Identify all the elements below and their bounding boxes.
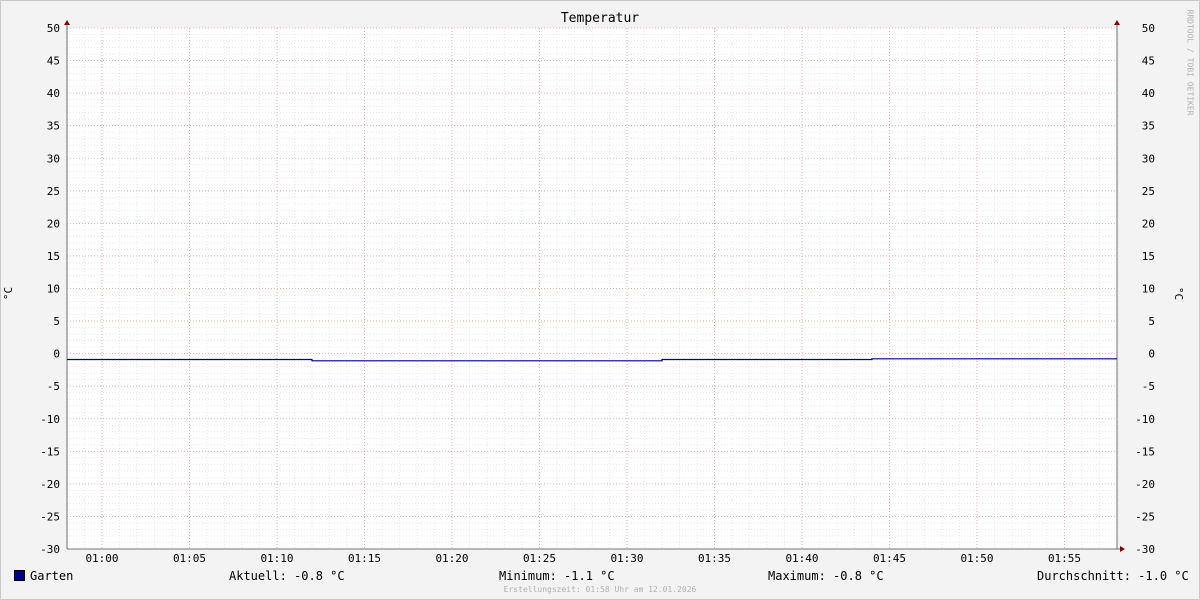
- y-axis-arrow-right: [1114, 20, 1120, 25]
- y-tick-label-right: 30: [1142, 152, 1155, 165]
- y-tick-label-right: 20: [1142, 217, 1155, 230]
- y-tick-labels-right: 50454035302520151050-5-10-15-20-25-30: [1135, 22, 1155, 556]
- y-tick-label-left: 30: [47, 152, 60, 165]
- y-tick-label-right: 45: [1142, 55, 1155, 68]
- y-tick-label-left: 35: [47, 120, 60, 133]
- y-tick-label-right: -10: [1135, 413, 1155, 426]
- y-tick-label-left: -15: [40, 445, 60, 458]
- y-tick-label-right: 0: [1148, 348, 1155, 361]
- x-tick-label: 01:05: [173, 552, 206, 565]
- y-tick-label-right: -20: [1135, 478, 1155, 491]
- x-tick-label: 01:20: [435, 552, 468, 565]
- legend-minimum: Minimum: -1.1 °C: [499, 569, 615, 583]
- x-tick-label: 01:45: [873, 552, 906, 565]
- y-tick-label-right: -15: [1135, 445, 1155, 458]
- y-tick-label-left: 25: [47, 185, 60, 198]
- x-tick-label: 01:00: [85, 552, 118, 565]
- temperature-chart: 50454035302520151050-5-10-15-20-25-30 50…: [40, 20, 1155, 565]
- y-tick-label-left: -10: [40, 413, 60, 426]
- y-tick-label-left: -20: [40, 478, 60, 491]
- x-tick-label: 01:30: [610, 552, 643, 565]
- y-tick-label-right: 10: [1142, 283, 1155, 296]
- y-axis-arrow-left: [64, 20, 70, 25]
- x-tick-label: 01:35: [698, 552, 731, 565]
- x-tick-label: 01:25: [523, 552, 556, 565]
- x-axis-arrow: [1120, 546, 1125, 552]
- y-tick-label-left: 5: [53, 315, 60, 328]
- y-tick-label-right: 15: [1142, 250, 1155, 263]
- y-tick-label-left: 20: [47, 217, 60, 230]
- y-tick-label-left: 10: [47, 283, 60, 296]
- y-tick-label-left: -25: [40, 510, 60, 523]
- legend-current: Aktuell: -0.8 °C: [229, 569, 345, 583]
- x-tick-label: 01:55: [1048, 552, 1081, 565]
- x-tick-labels: 01:00 01:05 01:10 01:15 01:20 01:25 01:30 01:35…: [85, 552, 1081, 565]
- y-tick-label-right: 5: [1148, 315, 1155, 328]
- y-tick-label-left: 15: [47, 250, 60, 263]
- legend-maximum: Maximum: -0.8 °C: [768, 569, 884, 583]
- legend-series-name: Garten: [30, 569, 74, 583]
- y-tick-label-left: -30: [40, 543, 60, 556]
- y-tick-label-left: 45: [47, 55, 60, 68]
- y-tick-label-right: -5: [1142, 380, 1155, 393]
- y-tick-label-right: 35: [1142, 120, 1155, 133]
- y-tick-label-right: -25: [1135, 510, 1155, 523]
- y-tick-label-right: 50: [1142, 22, 1155, 35]
- y-tick-label-left: -5: [47, 380, 60, 393]
- legend-average: Durchschnitt: -1.0 °C: [1037, 569, 1189, 583]
- y-tick-label-left: 50: [47, 22, 60, 35]
- y-tick-label-left: 0: [53, 348, 60, 361]
- x-tick-label: 01:50: [960, 552, 993, 565]
- x-tick-label: 01:15: [348, 552, 381, 565]
- legend-swatch-garten: [14, 570, 25, 581]
- y-tick-labels-left: 50454035302520151050-5-10-15-20-25-30: [40, 22, 60, 556]
- x-tick-label: 01:10: [260, 552, 293, 565]
- y-tick-label-left: 40: [47, 87, 60, 100]
- x-tick-label: 01:40: [785, 552, 818, 565]
- creation-time: Erstellungszeit: 01:58 Uhr am 12.01.2026: [503, 585, 697, 594]
- y-tick-label-right: 25: [1142, 185, 1155, 198]
- y-tick-label-right: -30: [1135, 543, 1155, 556]
- y-tick-label-right: 40: [1142, 87, 1155, 100]
